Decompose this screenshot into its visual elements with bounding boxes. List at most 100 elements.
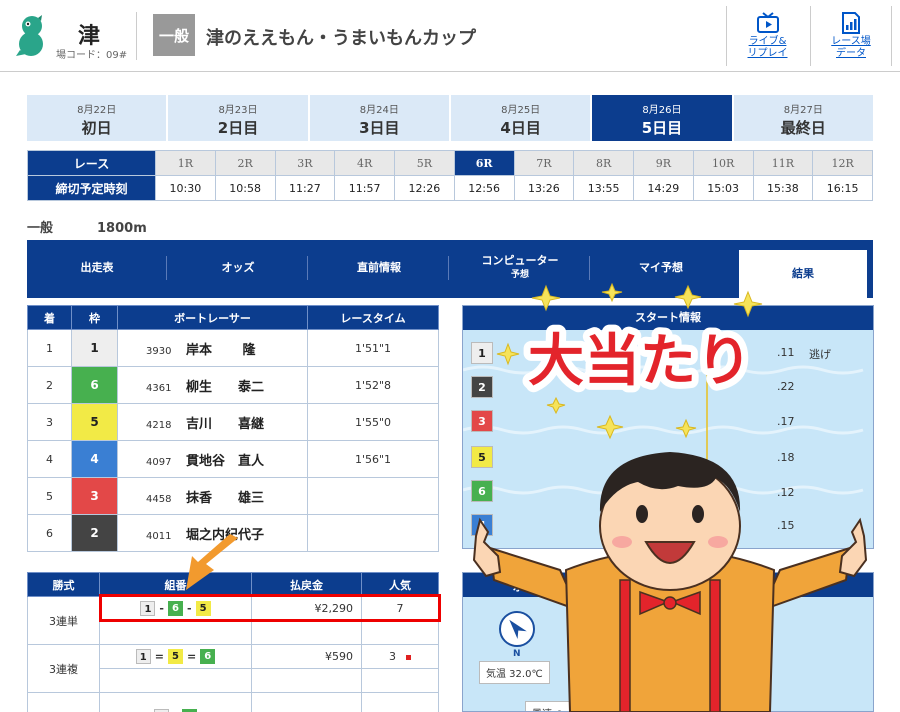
- day-tab[interactable]: 8月23日 2日目: [168, 95, 308, 141]
- bar-chart-icon: [842, 12, 860, 34]
- day-tab-active[interactable]: 8月26日 5日目: [592, 95, 732, 141]
- combo-sep: =: [154, 650, 164, 663]
- frame-badge: 5: [72, 404, 117, 440]
- racer-cell[interactable]: 4458 抹香 雄三: [117, 477, 308, 515]
- racer-cell[interactable]: 4361 柳生 泰二: [117, 366, 308, 404]
- racer-name[interactable]: 貫地谷 直人: [186, 454, 264, 469]
- combo-sep: -: [159, 602, 164, 615]
- table-row: 3連単 1 - 6 - 5 ¥2,290 7: [27, 596, 439, 645]
- race-link[interactable]: 10R: [692, 150, 754, 176]
- tab-pre-race-info[interactable]: 直前情報: [309, 252, 449, 284]
- deadline-time: 13:55: [573, 175, 634, 201]
- venue-data-button[interactable]: レース場 データ: [810, 6, 892, 66]
- venue-data-label: レース場 データ: [831, 36, 871, 59]
- bet-type: 3連単: [27, 596, 100, 645]
- weather-panel: 水面気象情報 返還 N 気温 32.0℃ 風速 ○: [462, 572, 874, 712]
- race-link[interactable]: 12R: [812, 150, 873, 176]
- results-table: 着 枠 ボートレーサー レースタイム 1 1 3930 岸本 隆 1'51"1 2…: [27, 305, 439, 552]
- tab-odds[interactable]: オッズ: [168, 252, 308, 284]
- race-link[interactable]: 8R: [573, 150, 634, 176]
- start-frame: 4: [471, 514, 493, 536]
- racer-name[interactable]: 抹香 雄三: [186, 491, 264, 506]
- start-info-title: スタート情報: [463, 306, 873, 330]
- table-row: 1 1 3930 岸本 隆 1'51"1: [27, 329, 439, 367]
- start-timing: .12: [777, 486, 795, 499]
- racer-name[interactable]: 吉川 喜継: [186, 417, 264, 432]
- combo-sep: -: [187, 602, 192, 615]
- col-frame: 枠: [71, 305, 118, 330]
- day-name: 3日目: [359, 119, 400, 137]
- place: 5: [27, 477, 72, 515]
- deadline-time: 12:26: [394, 175, 455, 201]
- racer-id: 4361: [146, 382, 172, 394]
- racer-id: 4458: [146, 493, 172, 505]
- race-link[interactable]: 2R: [214, 150, 276, 176]
- racer-name[interactable]: 柳生 泰二: [186, 380, 264, 395]
- day-tabs: 8月22日 初日 8月23日 2日目 8月24日 3日目 8月25日 4日目 8月26日…: [27, 95, 873, 141]
- col-place: 着: [27, 305, 72, 330]
- frame-badge: 2: [72, 515, 117, 551]
- popularity: 3: [389, 650, 396, 663]
- race-time: 1'56"1: [307, 440, 439, 478]
- table-row: 1 - 6 ¥640 2: [27, 692, 439, 712]
- air-temperature: 気温 32.0℃: [479, 661, 550, 684]
- header-divider: [136, 12, 137, 60]
- tv-play-icon: [756, 12, 779, 33]
- racer-id: 3930: [146, 345, 172, 357]
- racer-cell[interactable]: 4218 吉川 喜継: [117, 403, 308, 441]
- tab-label: オッズ: [221, 261, 255, 274]
- day-tab[interactable]: 8月22日 初日: [27, 95, 167, 141]
- race-link[interactable]: 5R: [394, 150, 455, 176]
- tab-label: 直前情報: [357, 261, 401, 274]
- day-name: 4日目: [500, 119, 541, 137]
- day-date: 8月25日: [501, 105, 541, 116]
- header: 津 場コード：09# 一般 津のええもん・うまいもんカップ ライブ& リプレイ …: [0, 0, 900, 72]
- day-date: 8月27日: [783, 105, 823, 116]
- combo-sep: =: [187, 650, 197, 663]
- tab-results[interactable]: 結果: [739, 250, 867, 298]
- race-link[interactable]: 7R: [513, 150, 575, 176]
- race-header: レース: [27, 150, 156, 176]
- deadline-time: 13:26: [513, 175, 575, 201]
- weather-header: 水面気象情報 返還: [463, 573, 873, 597]
- racer-cell[interactable]: 3930 岸本 隆: [117, 329, 308, 367]
- compass-north-label: N: [513, 649, 521, 659]
- race-link[interactable]: 1R: [155, 150, 216, 176]
- live-replay-label: ライブ& リプレイ: [747, 36, 788, 59]
- combo-boat: 1: [140, 601, 156, 616]
- race-link[interactable]: 4R: [334, 150, 395, 176]
- popularity: 2: [361, 692, 439, 712]
- tab-label: 結果: [792, 267, 814, 280]
- grade-badge: 一般: [153, 14, 195, 56]
- combination: 1 - 6 - 5: [140, 601, 211, 616]
- race-time: 1'52"8: [307, 366, 439, 404]
- race-link[interactable]: 11R: [752, 150, 814, 176]
- day-tab[interactable]: 8月27日 最終日: [733, 95, 873, 141]
- popularity-marker-icon: [406, 654, 411, 660]
- frame-badge: 6: [72, 367, 117, 403]
- tab-computer-prediction[interactable]: コンピューター 予想: [450, 252, 590, 284]
- table-row: 2 6 4361 柳生 泰二 1'52"8: [27, 366, 439, 404]
- day-tab[interactable]: 8月25日 4日目: [450, 95, 591, 141]
- start-frame: 1: [471, 342, 493, 364]
- day-name: 5日目: [641, 119, 683, 137]
- combo-boat: 6: [168, 601, 183, 616]
- racer-cell[interactable]: 4097 貫地谷 直人: [117, 440, 308, 478]
- start-timing: .17: [777, 415, 795, 428]
- place: 3: [27, 403, 72, 441]
- race-link[interactable]: 9R: [633, 150, 694, 176]
- day-tab[interactable]: 8月24日 3日目: [309, 95, 449, 141]
- col-popularity: 人気: [361, 572, 439, 597]
- start-frame: 2: [471, 376, 493, 398]
- racer-name[interactable]: 岸本 隆: [186, 343, 256, 358]
- bet-type: 3連複: [27, 644, 100, 693]
- race-link[interactable]: 3R: [274, 150, 336, 176]
- bet-type: [27, 692, 100, 712]
- start-timing: .11: [777, 346, 795, 359]
- race-link-active[interactable]: 6R: [453, 150, 515, 176]
- tab-my-prediction[interactable]: マイ予想: [591, 252, 731, 284]
- live-replay-button[interactable]: ライブ& リプレイ: [726, 6, 808, 66]
- tab-entry-list[interactable]: 出走表: [27, 252, 167, 284]
- popularity: 7: [361, 596, 439, 621]
- venue-code: 場コード：09#: [56, 50, 128, 61]
